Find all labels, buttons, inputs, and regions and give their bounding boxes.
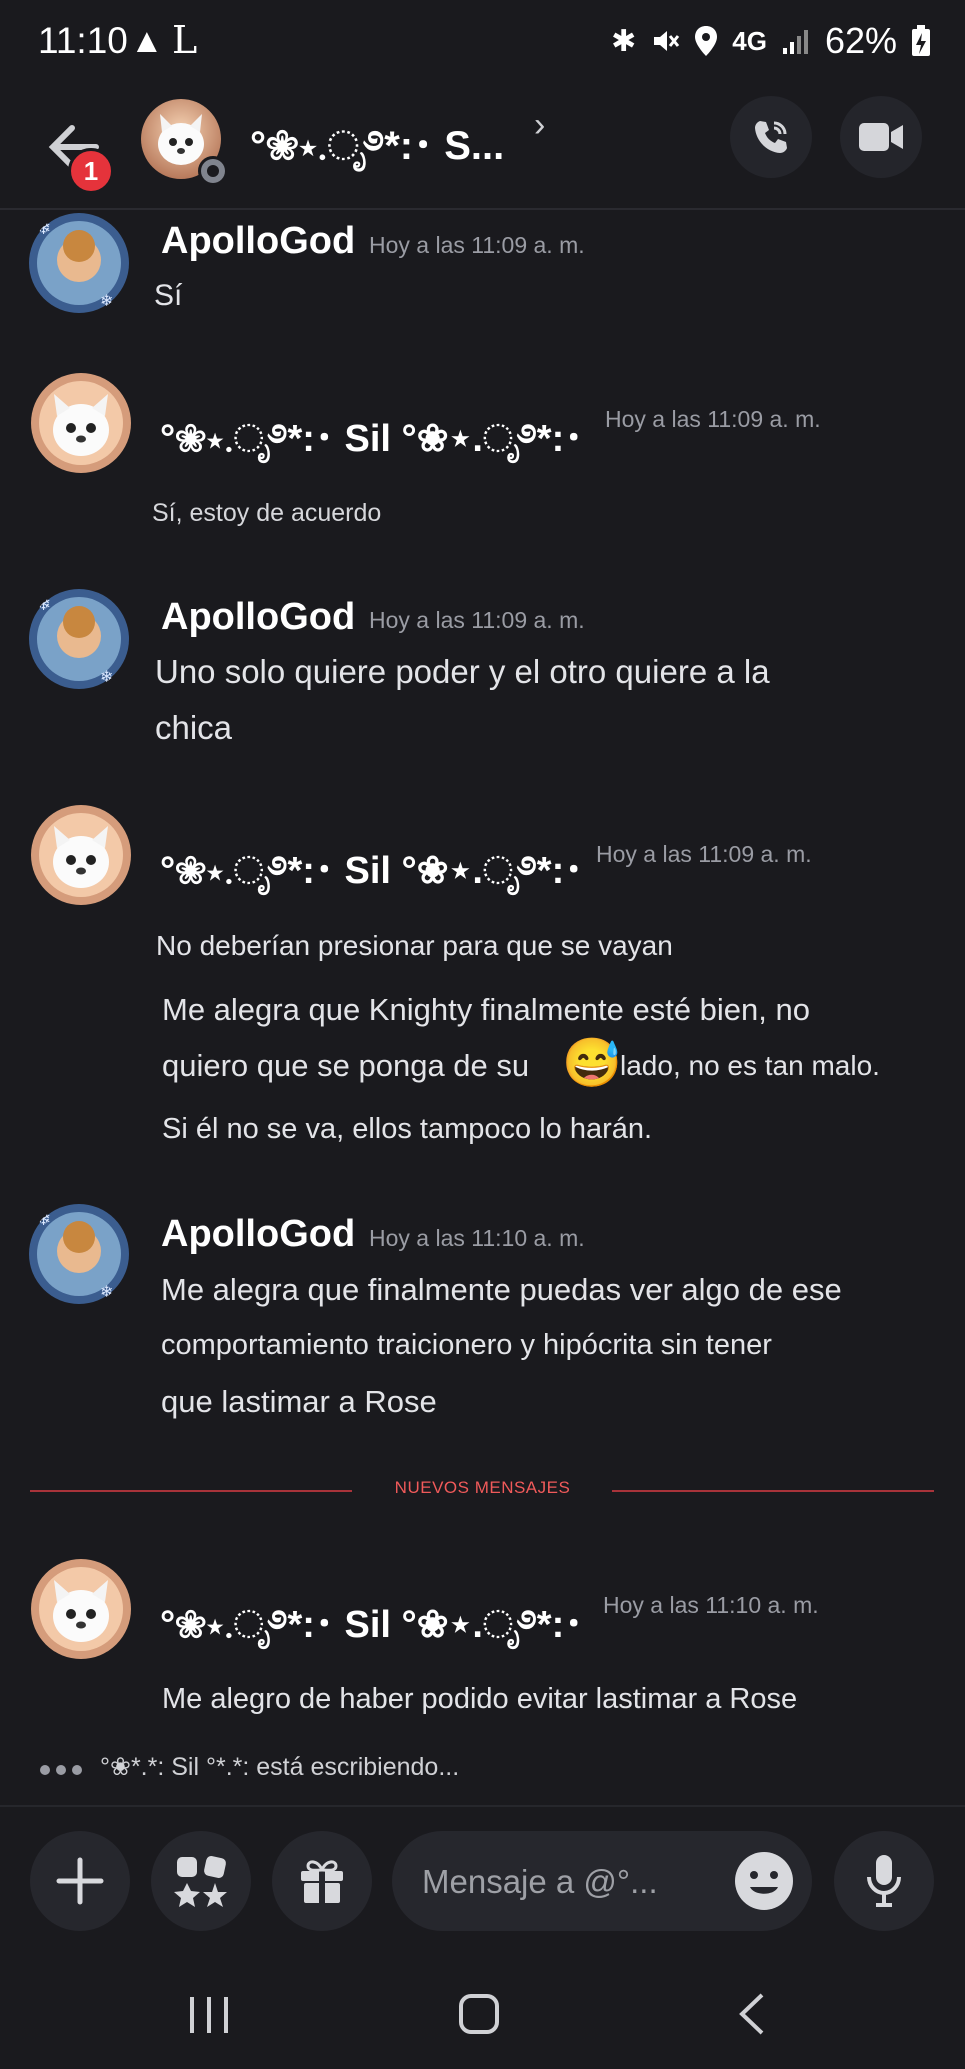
typing-indicator: °❀*.*: Sil °*.*: está escribiendo... <box>40 1752 459 1782</box>
voice-call-button[interactable] <box>730 96 812 178</box>
apps-icon <box>174 1856 227 1907</box>
video-camera-icon <box>859 123 903 151</box>
message-composer <box>0 1805 965 1957</box>
gift-icon <box>301 1860 343 1903</box>
message-text: que lastimar a Rose <box>161 1384 437 1419</box>
svg-text:❄: ❄ <box>100 669 113 686</box>
system-nav-bar <box>0 1955 965 2069</box>
message-timestamp: Hoy a las 11:10 a. m. <box>369 1225 585 1251</box>
message-text: Me alegro de haber podido evitar lastima… <box>162 1683 798 1715</box>
typing-dots <box>40 1753 88 1782</box>
back-nav-icon[interactable] <box>734 1991 768 2037</box>
gift-button[interactable] <box>272 1831 372 1931</box>
message-text: No deberían presionar para que se vayan <box>156 930 673 961</box>
message-text: Si él no se va, ellos tampoco lo harán. <box>162 1113 653 1145</box>
plus-icon <box>56 1857 104 1905</box>
avatar-sil[interactable] <box>30 804 132 906</box>
message-author[interactable]: ApolloGod <box>161 596 355 639</box>
new-messages-label: NUEVOS MENSAJES <box>394 1478 571 1497</box>
status-time: 11:10 <box>38 20 128 61</box>
svg-text:❄: ❄ <box>36 218 51 238</box>
microphone-icon <box>867 1855 901 1907</box>
message-author[interactable]: ApolloGod <box>161 1213 355 1256</box>
avatar-apollogod[interactable]: ❄ ❄ <box>28 588 130 690</box>
voice-message-button[interactable] <box>834 1831 934 1931</box>
chat-header: 1 °❀⋆.ೃ࿔*:･ S... › <box>0 84 965 210</box>
phone-icon <box>755 121 787 153</box>
apps-button[interactable] <box>151 1831 251 1931</box>
message-author[interactable]: ApolloGod <box>161 220 355 263</box>
message-input[interactable] <box>420 1831 724 1933</box>
avatar-sil[interactable] <box>30 1558 132 1660</box>
message-text: Me alegra que Knighty finalmente esté bi… <box>162 992 810 1027</box>
muted-icon <box>654 31 680 51</box>
navigation-arrow-icon: ▲ <box>130 22 164 60</box>
message-timestamp: Hoy a las 11:09 a. m. <box>369 232 585 258</box>
battery-level: 62% <box>824 20 897 61</box>
message-text: Sí <box>154 279 183 312</box>
emoji-button[interactable] <box>732 1849 796 1913</box>
avatar-apollogod[interactable]: ❄ ❄ <box>28 212 130 314</box>
status-right: ✱ 4G 62% <box>611 20 931 62</box>
message-text: comportamiento traicionero y hipócrita s… <box>161 1329 772 1361</box>
message-timestamp: Hoy a las 11:09 a. m. <box>605 406 821 432</box>
avatar-apollogod[interactable]: ❄ ❄ <box>28 1203 130 1305</box>
chevron-right-icon[interactable]: › <box>534 106 545 145</box>
sweat-smile-emoji: 😅 <box>562 1037 622 1090</box>
unread-badge: 1 <box>68 148 114 194</box>
svg-text:❄: ❄ <box>100 1284 113 1301</box>
message-text: lado, no es tan malo. <box>620 1050 880 1081</box>
app-l-icon: L <box>172 18 198 62</box>
video-call-button[interactable] <box>840 96 922 178</box>
home-icon[interactable] <box>458 1993 500 2035</box>
location-icon <box>695 26 718 56</box>
svg-text:❄: ❄ <box>36 1209 51 1229</box>
svg-text:❄: ❄ <box>36 594 51 614</box>
message-text: Sí, estoy de acuerdo <box>152 499 382 527</box>
svg-text:❄: ❄ <box>100 293 113 310</box>
message-input-container <box>392 1831 812 1933</box>
message-text: quiero que se ponga de su <box>162 1048 530 1083</box>
battery-charging-icon <box>912 25 930 56</box>
message-timestamp: Hoy a las 11:09 a. m. <box>369 607 585 633</box>
typing-text: °❀*.*: Sil °*.*: está escribiendo... <box>100 1753 460 1781</box>
new-messages-divider-right <box>612 1490 934 1492</box>
conversation-title[interactable]: °❀⋆.ೃ࿔*:･ S... <box>250 100 504 213</box>
bluetooth-icon: ✱ <box>611 24 637 58</box>
status-bar: 11:10 ▲ L ✱ 4G 62% <box>0 0 965 84</box>
message-timestamp: Hoy a las 11:09 a. m. <box>596 841 812 867</box>
signal-icon <box>782 30 808 54</box>
message-timestamp: Hoy a las 11:10 a. m. <box>603 1592 819 1618</box>
message-text: Uno solo quiere poder y el otro quiere a… <box>155 653 770 690</box>
add-attachment-button[interactable] <box>30 1831 130 1931</box>
recent-apps-icon[interactable] <box>188 1995 230 2035</box>
message-text: chica <box>155 709 233 746</box>
header-avatar[interactable] <box>140 98 228 186</box>
message-text: Me alegra que finalmente puedas ver algo… <box>161 1272 842 1307</box>
smiley-icon <box>735 1852 793 1910</box>
status-indicator <box>198 156 228 186</box>
avatar-sil[interactable] <box>30 372 132 474</box>
network-type: 4G <box>732 25 767 56</box>
